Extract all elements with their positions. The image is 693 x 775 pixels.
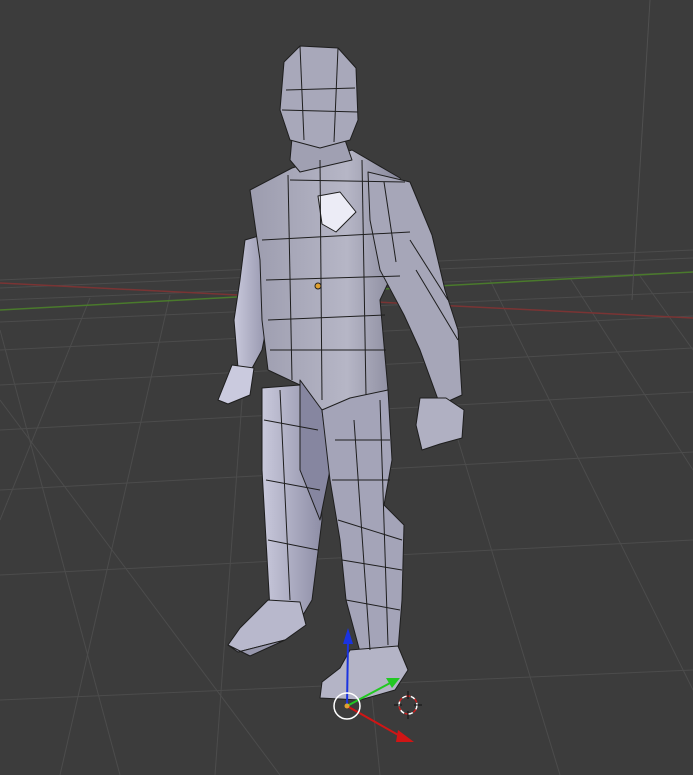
gizmo-z-arrow[interactable]: [343, 628, 353, 644]
viewport-scene[interactable]: [0, 0, 693, 775]
gizmo-z-axis[interactable]: [346, 639, 349, 707]
humanoid-mesh[interactable]: [217, 45, 465, 701]
z-axis-line: [631, 0, 651, 301]
3d-cursor-icon[interactable]: [394, 691, 422, 719]
object-origin-point[interactable]: [314, 282, 322, 290]
gizmo-pivot-dot: [344, 703, 350, 709]
3d-viewport[interactable]: [0, 0, 693, 775]
gizmo-x-arrow[interactable]: [396, 730, 414, 742]
